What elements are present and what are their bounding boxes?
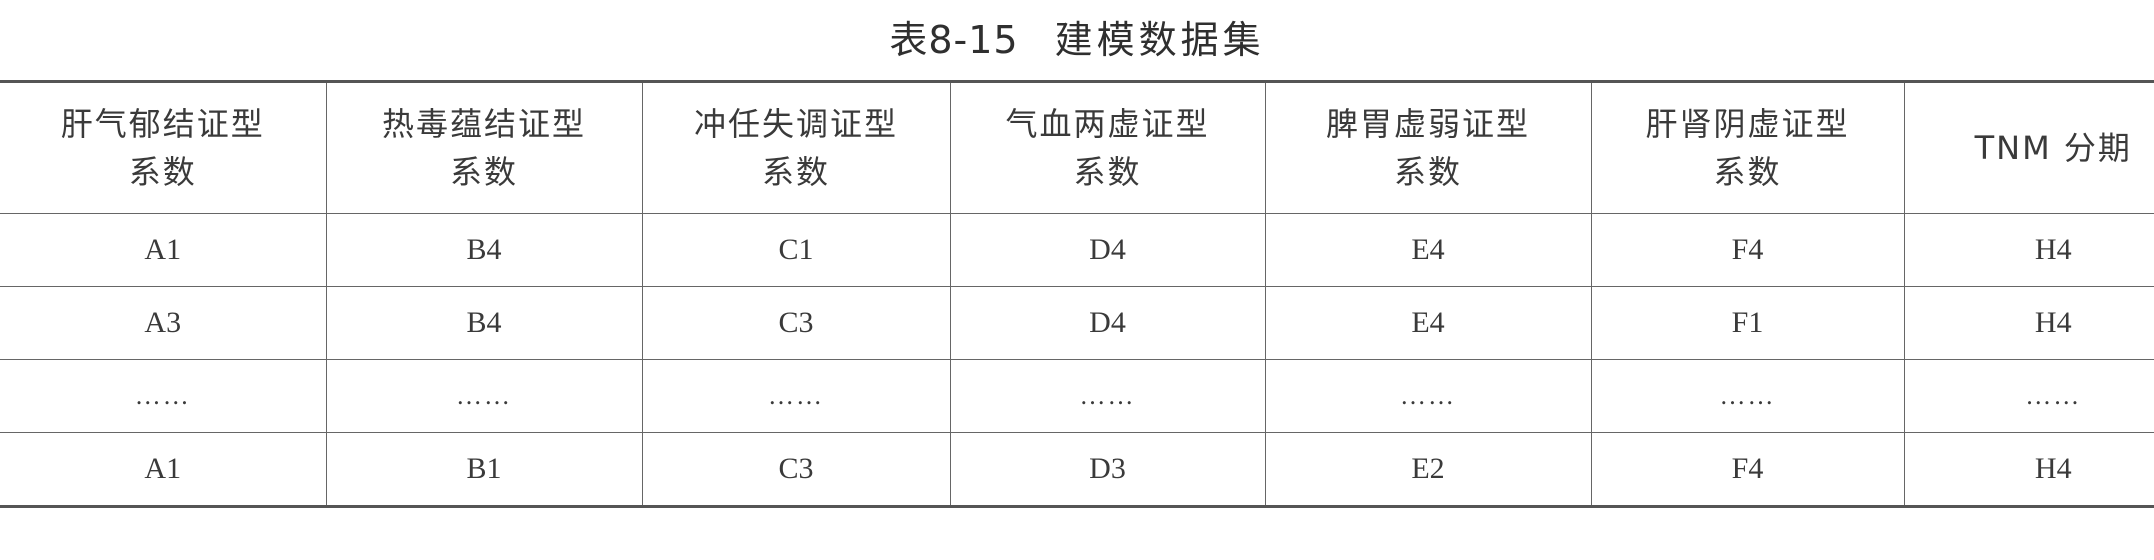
table-cell: H4	[1903, 213, 2154, 287]
table-caption: 表8-15 建模数据集	[0, 0, 2154, 72]
table-cell: ……	[0, 359, 326, 433]
table-cell: E4	[1264, 213, 1591, 287]
table-cell: A1	[0, 213, 326, 287]
table-cell: F4	[1590, 213, 1904, 287]
table-title: 建模数据集	[1054, 17, 1265, 62]
table-cell: B4	[325, 213, 642, 287]
table-cell: ……	[1903, 359, 2154, 433]
table-cell: D4	[949, 286, 1265, 360]
table-cell: ……	[641, 359, 950, 433]
header-cell-heat-toxin: 热毒蕴结证型 系数	[325, 81, 642, 214]
table-cell: E4	[1264, 286, 1591, 360]
table-cell: D4	[949, 213, 1265, 287]
table-cell: B1	[325, 432, 642, 508]
table-cell: C3	[641, 286, 950, 360]
header-cell-liver-qi-stagnation: 肝气郁结证型 系数	[0, 81, 326, 214]
table-cell: F4	[1590, 432, 1904, 508]
table-cell: ……	[325, 359, 642, 433]
header-cell-spleen-stomach: 脾胃虚弱证型 系数	[1264, 81, 1591, 214]
table-cell: D3	[949, 432, 1265, 508]
table-row-ellipsis: …… …… …… …… …… …… ……	[0, 359, 2154, 433]
table-body: A1 B4 C1 D4 E4 F4 H4 A3 B4 C3 D4 E4 F1 H…	[0, 213, 2154, 508]
table-cell: F1	[1590, 286, 1904, 360]
table-cell: ……	[1264, 359, 1591, 433]
header-row: 肝气郁结证型 系数 热毒蕴结证型 系数 冲任失调证型 系数 气血两虚证型 系数 脾胃虚弱…	[0, 81, 2154, 214]
table-cell: A3	[0, 286, 326, 360]
header-cell-liver-kidney-yin: 肝肾阴虚证型 系数	[1590, 81, 1904, 214]
table-cell: E2	[1264, 432, 1591, 508]
table-row: A3 B4 C3 D4 E4 F1 H4	[0, 286, 2154, 360]
table-cell: H4	[1903, 432, 2154, 508]
table-row: A1 B1 C3 D3 E2 F4 H4	[0, 432, 2154, 508]
table-cell: ……	[949, 359, 1265, 433]
table-cell: B4	[325, 286, 642, 360]
table-cell: C1	[641, 213, 950, 287]
table-cell: H4	[1903, 286, 2154, 360]
table-cell: ……	[1590, 359, 1904, 433]
table-row: A1 B4 C1 D4 E4 F4 H4	[0, 213, 2154, 287]
table-cell: A1	[0, 432, 326, 508]
table-header: 肝气郁结证型 系数 热毒蕴结证型 系数 冲任失调证型 系数 气血两虚证型 系数 脾胃虚弱…	[0, 81, 2154, 214]
header-cell-chong-ren: 冲任失调证型 系数	[641, 81, 950, 214]
modeling-dataset-table: 肝气郁结证型 系数 热毒蕴结证型 系数 冲任失调证型 系数 气血两虚证型 系数 脾胃虚弱…	[0, 80, 2154, 508]
header-cell-tnm-stage: TNM 分期	[1903, 81, 2154, 214]
header-cell-qi-blood-deficiency: 气血两虚证型 系数	[949, 81, 1265, 214]
table-cell: C3	[641, 432, 950, 508]
table-number: 表8-15	[889, 17, 1019, 62]
